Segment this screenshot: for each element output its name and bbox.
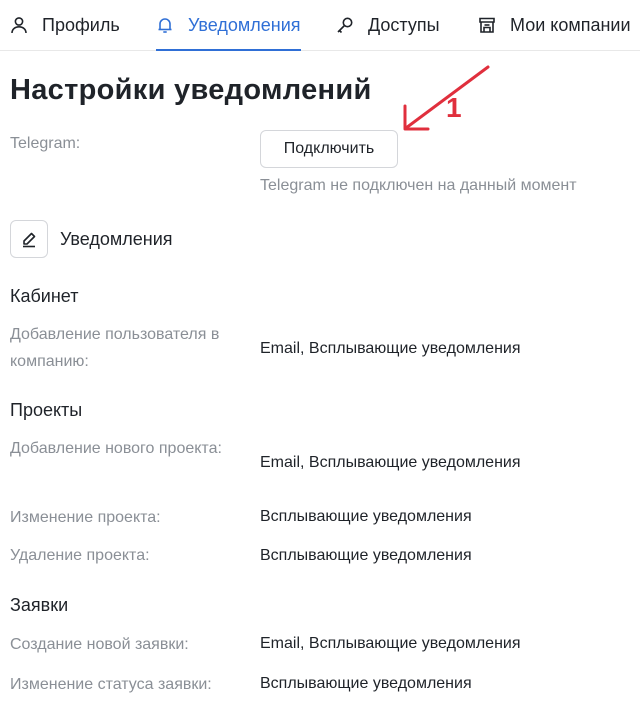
tab-my-companies-label: Мои компании bbox=[510, 14, 631, 35]
tab-profile-label: Профиль bbox=[42, 14, 120, 35]
active-tab-indicator bbox=[156, 49, 301, 51]
setting-value-add-user-to-company: Email, Всплывающие уведомления bbox=[260, 340, 521, 357]
setting-value-change-project: Всплывающие уведомления bbox=[260, 508, 472, 525]
edit-notifications-button[interactable] bbox=[10, 220, 48, 258]
notifications-heading: Уведомления bbox=[60, 229, 173, 249]
pencil-icon bbox=[23, 232, 36, 248]
setting-value-request-status-change: Всплывающие уведомления bbox=[260, 675, 472, 692]
tab-access[interactable]: Доступы bbox=[336, 0, 440, 50]
tab-my-companies[interactable]: Мои компании bbox=[478, 0, 631, 50]
setting-value-delete-project: Всплывающие уведомления bbox=[260, 547, 472, 564]
setting-label-add-project: Добавление нового проекта: bbox=[10, 440, 222, 457]
section-title-projects: Проекты bbox=[10, 400, 83, 420]
setting-label-add-user-to-company: Добавление пользователя в компанию: bbox=[10, 326, 220, 370]
setting-label-change-project: Изменение проекта: bbox=[10, 509, 161, 526]
key-icon bbox=[337, 17, 353, 34]
setting-value-add-project: Email, Всплывающие уведомления bbox=[260, 454, 521, 471]
section-title-requests: Заявки bbox=[10, 595, 69, 615]
tab-bar: Профиль Уведомления Доступы Мои компании bbox=[0, 0, 640, 51]
telegram-label: Telegram: bbox=[10, 135, 81, 152]
tab-profile[interactable]: Профиль bbox=[10, 0, 120, 50]
section-title-cabinet: Кабинет bbox=[10, 286, 79, 306]
setting-label-delete-project: Удаление проекта: bbox=[10, 547, 150, 564]
bell-icon bbox=[158, 18, 172, 33]
annotation-number: 1 bbox=[446, 92, 462, 123]
person-icon bbox=[11, 17, 27, 34]
page-title: Настройки уведомлений bbox=[10, 74, 372, 106]
tab-access-label: Доступы bbox=[368, 14, 440, 35]
telegram-status-text: Telegram не подключен на данный момент bbox=[260, 177, 577, 194]
store-icon bbox=[479, 17, 495, 33]
setting-label-request-status-change: Изменение статуса заявки: bbox=[10, 676, 212, 693]
tab-notifications[interactable]: Уведомления bbox=[156, 0, 301, 51]
setting-label-create-request: Создание новой заявки: bbox=[10, 636, 189, 653]
setting-value-create-request: Email, Всплывающие уведомления bbox=[260, 635, 521, 652]
tab-notifications-label: Уведомления bbox=[188, 14, 301, 35]
connect-telegram-button[interactable]: Подключить bbox=[260, 130, 398, 168]
